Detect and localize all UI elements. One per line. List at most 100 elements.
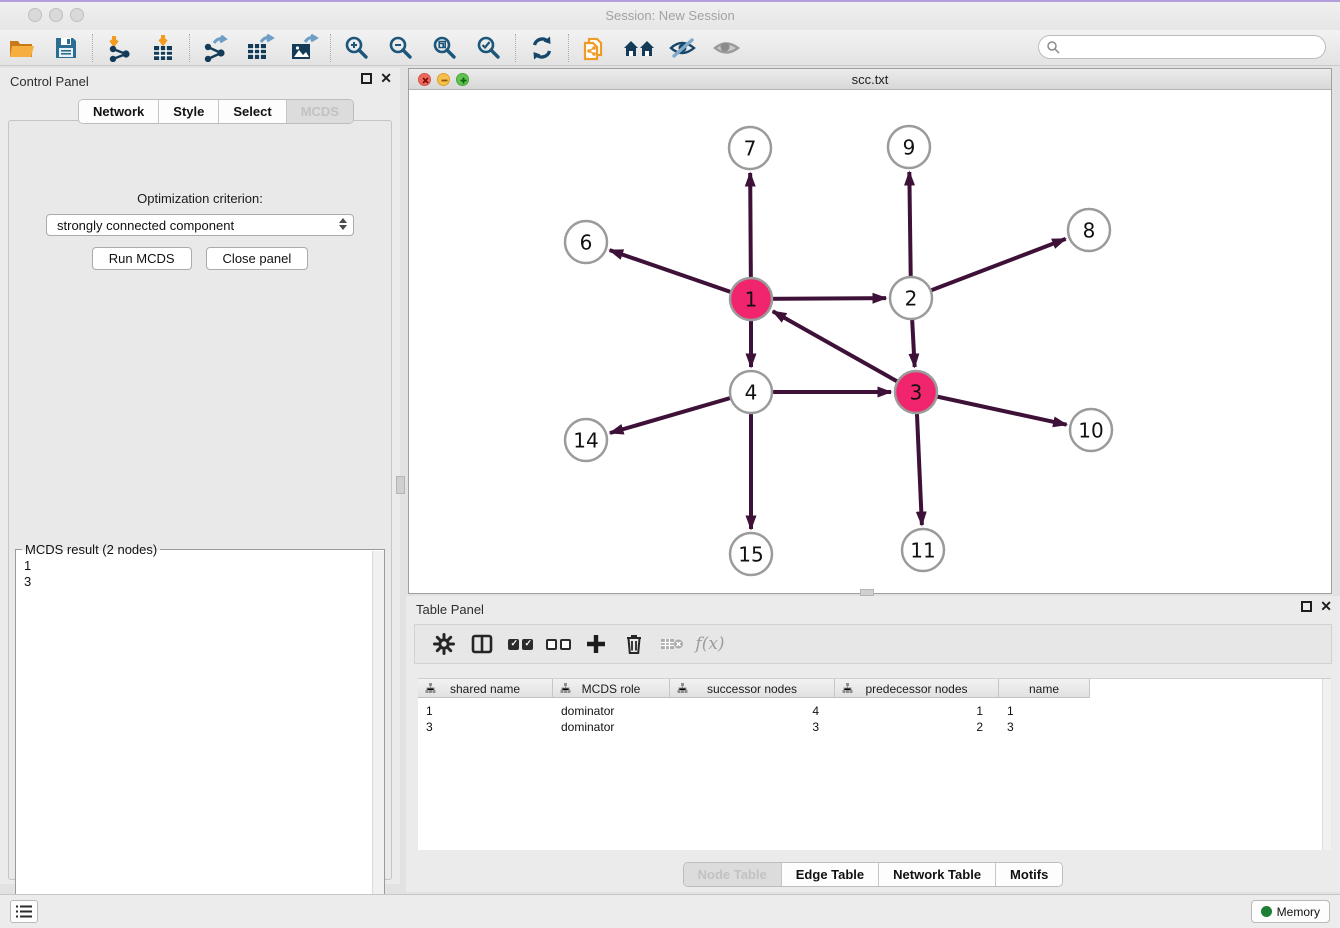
optimization-criterion-label: Optimization criterion: <box>9 191 391 206</box>
attribute-tree-icon <box>677 683 688 694</box>
graph-node-label-3: 3 <box>910 381 923 405</box>
import-network-icon <box>105 34 133 62</box>
table-scrollbar[interactable] <box>1322 679 1331 850</box>
zoom-fit-icon <box>432 35 458 61</box>
tab-edge-table[interactable]: Edge Table <box>782 863 879 886</box>
first-neighbors-icon <box>581 34 609 62</box>
cell-successor-nodes[interactable]: 3 <box>670 719 835 735</box>
close-table-panel-icon[interactable]: ✕ <box>1320 601 1332 612</box>
search-input[interactable] <box>1038 35 1326 59</box>
close-panel-icon[interactable]: ✕ <box>380 73 392 84</box>
cell-predecessor-nodes[interactable]: 2 <box>835 719 999 735</box>
task-history-button[interactable] <box>10 900 38 923</box>
float-table-panel-icon[interactable] <box>1301 601 1312 612</box>
network-window-titlebar[interactable]: scc.txt <box>409 69 1331 90</box>
cell-successor-nodes[interactable]: 4 <box>670 703 835 719</box>
zoom-selected-button[interactable] <box>467 31 511 65</box>
tab-node-table[interactable]: Node Table <box>684 863 782 886</box>
zoom-fit-button[interactable] <box>423 31 467 65</box>
graph-node-label-2: 2 <box>905 287 918 311</box>
node-table: shared name MCDS role successor nodes <box>418 678 1331 850</box>
export-image-button[interactable] <box>282 31 326 65</box>
toolbar-separator <box>330 34 331 62</box>
destroy-table-button[interactable] <box>653 627 691 661</box>
tab-motifs[interactable]: Motifs <box>996 863 1062 886</box>
cell-predecessor-nodes[interactable]: 1 <box>835 703 999 719</box>
hide-selected-button[interactable] <box>661 31 705 65</box>
cell-shared-name[interactable]: 1 <box>418 703 553 719</box>
table-settings-button[interactable] <box>425 627 463 661</box>
export-network-button[interactable] <box>194 31 238 65</box>
import-network-button[interactable] <box>97 31 141 65</box>
table-row[interactable]: 1 dominator 4 1 1 <box>418 703 1090 719</box>
column-header-name[interactable]: name <box>999 679 1090 698</box>
show-columns-button[interactable] <box>463 627 501 661</box>
float-panel-icon[interactable] <box>361 73 372 84</box>
cell-name[interactable]: 3 <box>999 719 1090 735</box>
first-neighbors-button[interactable] <box>573 31 617 65</box>
refresh-icon <box>529 35 555 61</box>
save-session-button[interactable] <box>44 31 88 65</box>
plus-icon <box>585 633 607 655</box>
table-row[interactable]: 3 dominator 3 2 3 <box>418 719 1090 735</box>
tab-network-table[interactable]: Network Table <box>879 863 996 886</box>
delete-column-button[interactable] <box>615 627 653 661</box>
network-graph-svg[interactable]: 7968124314101511 <box>409 90 1331 593</box>
tab-style[interactable]: Style <box>159 100 219 123</box>
graph-node-label-9: 9 <box>903 136 916 160</box>
column-label: MCDS role <box>582 682 641 696</box>
run-mcds-button[interactable]: Run MCDS <box>92 247 192 270</box>
mcds-result-lines[interactable]: 1 3 <box>24 558 31 590</box>
graph-node-label-15: 15 <box>738 543 763 567</box>
column-header-mcds-role[interactable]: MCDS role <box>553 679 670 698</box>
table-tabs: Node Table Edge Table Network Table Moti… <box>683 862 1064 887</box>
graph-edge-3-1[interactable] <box>773 311 916 392</box>
tab-select[interactable]: Select <box>219 100 286 123</box>
control-panel-title: Control Panel <box>10 74 89 89</box>
tab-mcds[interactable]: MCDS <box>287 100 353 123</box>
memory-button[interactable]: Memory <box>1251 900 1330 923</box>
import-table-button[interactable] <box>141 31 185 65</box>
result-scrollbar[interactable] <box>372 551 384 925</box>
graph-edge-2-8[interactable] <box>911 239 1066 298</box>
network-canvas[interactable]: 7968124314101511 <box>409 90 1331 593</box>
select-all-rows-button[interactable] <box>501 627 539 661</box>
graph-node-label-11: 11 <box>910 539 935 563</box>
tab-network[interactable]: Network <box>79 100 159 123</box>
function-builder-button[interactable]: f(x) <box>691 627 729 661</box>
export-table-button[interactable] <box>238 31 282 65</box>
cell-mcds-role[interactable]: dominator <box>553 703 670 719</box>
search-field-wrap <box>1038 35 1326 59</box>
window-title: Session: New Session <box>0 8 1340 23</box>
column-header-predecessor-nodes[interactable]: predecessor nodes <box>835 679 999 698</box>
graph-node-label-1: 1 <box>745 288 758 312</box>
home-networks-button[interactable] <box>617 31 661 65</box>
add-column-button[interactable] <box>577 627 615 661</box>
open-session-button[interactable] <box>0 31 44 65</box>
horizontal-splitter-handle[interactable] <box>860 589 874 596</box>
column-header-successor-nodes[interactable]: successor nodes <box>670 679 835 698</box>
vertical-splitter-handle[interactable] <box>396 476 405 494</box>
criterion-dropdown[interactable]: strongly connected component <box>46 214 354 236</box>
zoom-out-button[interactable] <box>379 31 423 65</box>
apply-layout-button[interactable] <box>520 31 564 65</box>
deselect-all-rows-button[interactable] <box>539 627 577 661</box>
control-panel-header: Control Panel ✕ <box>0 68 400 94</box>
graph-edge-1-6[interactable] <box>610 250 751 299</box>
status-bar: Memory <box>0 894 1340 928</box>
control-panel: Control Panel ✕ Network Style Select MCD… <box>0 68 400 884</box>
show-all-button[interactable] <box>705 31 749 65</box>
column-header-shared-name[interactable]: shared name <box>418 679 553 698</box>
cell-name[interactable]: 1 <box>999 703 1090 719</box>
window-titlebar: Session: New Session <box>0 2 1340 30</box>
cell-mcds-role[interactable]: dominator <box>553 719 670 735</box>
zoom-selected-icon <box>476 35 502 61</box>
close-panel-button[interactable]: Close panel <box>206 247 309 270</box>
open-folder-icon <box>8 36 36 60</box>
cell-shared-name[interactable]: 3 <box>418 719 553 735</box>
toolbar-separator <box>515 34 516 62</box>
export-image-icon <box>289 34 319 62</box>
network-view-window: scc.txt 7968124314101511 <box>408 68 1332 594</box>
zoom-in-button[interactable] <box>335 31 379 65</box>
graph-edge-3-10[interactable] <box>916 392 1067 425</box>
